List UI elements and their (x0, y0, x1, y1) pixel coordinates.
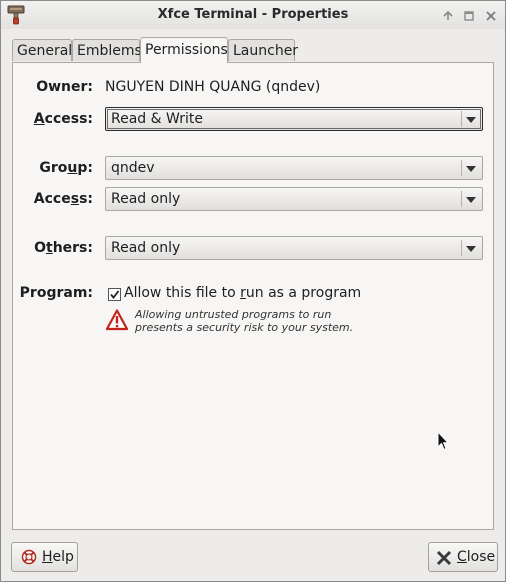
chevron-down-icon (466, 166, 476, 172)
owner-value: NGUYEN DINH QUANG (qndev) (105, 79, 321, 95)
maximize-icon (464, 11, 474, 21)
chevron-down-icon (466, 246, 476, 252)
others-access-combo[interactable]: Read only (105, 236, 483, 260)
help-button[interactable]: Help (11, 542, 78, 572)
properties-window: Xfce Terminal - Properties General Emble… (0, 0, 506, 582)
close-button-label: Close (457, 549, 496, 565)
warning-triangle-icon (106, 309, 128, 331)
maximize-button[interactable] (462, 9, 476, 23)
owner-label: Owner: (36, 79, 93, 95)
chevron-down-icon (466, 117, 476, 123)
owner-access-label: Access: (33, 111, 93, 127)
window-title: Xfce Terminal - Properties (157, 7, 349, 22)
close-x-icon (436, 550, 452, 566)
owner-access-combo[interactable]: Read & Write (105, 107, 483, 131)
security-warning-text: Allowing untrusted programs to run prese… (135, 308, 354, 334)
combo-separator (461, 191, 462, 207)
arrow-up-icon (443, 10, 453, 20)
group-label: Group: (39, 160, 93, 176)
title-bar[interactable]: Xfce Terminal - Properties (1, 1, 505, 29)
group-value: qndev (111, 160, 155, 176)
program-label: Program: (19, 285, 93, 301)
owner-access-value: Read & Write (111, 111, 203, 127)
others-access-value: Read only (111, 240, 181, 256)
help-button-label: Help (42, 549, 74, 565)
group-combo[interactable]: qndev (105, 156, 483, 180)
others-label: Others: (34, 240, 93, 256)
tab-permissions[interactable]: Permissions (140, 37, 228, 63)
run-as-program-checkbox[interactable] (108, 288, 121, 301)
combo-separator (461, 240, 462, 256)
run-as-program-label[interactable]: Allow this file to run as a program (124, 285, 361, 301)
checkmark-icon (110, 290, 120, 299)
tab-general[interactable]: General (12, 39, 72, 61)
roll-up-button[interactable] (441, 9, 455, 23)
tab-launcher[interactable]: Launcher (228, 39, 298, 61)
group-access-value: Read only (111, 191, 181, 207)
group-access-combo[interactable]: Read only (105, 187, 483, 211)
tab-emblems[interactable]: Emblems (72, 39, 142, 61)
mouse-cursor-icon (437, 431, 449, 451)
close-button[interactable]: Close (428, 542, 498, 572)
close-window-button[interactable] (484, 9, 498, 23)
help-lifebuoy-icon (21, 549, 37, 565)
group-access-label: Access: (33, 191, 93, 207)
close-icon (486, 11, 496, 21)
combo-separator (461, 160, 462, 176)
combo-separator (461, 111, 462, 127)
chevron-down-icon (466, 197, 476, 203)
